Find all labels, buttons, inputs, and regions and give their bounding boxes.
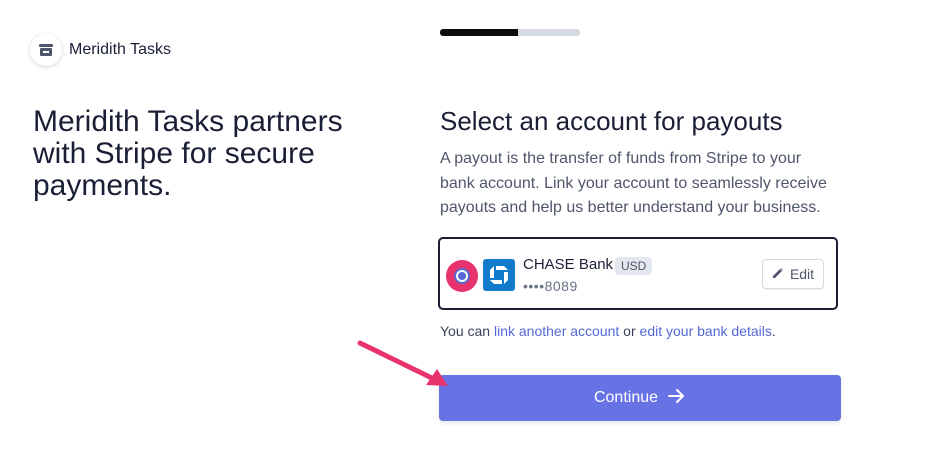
progress-complete (440, 29, 518, 36)
help-text: You can link another account or edit you… (440, 323, 776, 339)
headline: Meridith Tasks partners with Stripe for … (33, 105, 343, 202)
edit-bank-details-link[interactable]: edit your bank details (640, 323, 772, 339)
radio-selected-dot (458, 272, 466, 280)
page-title: Select an account for payouts (440, 106, 783, 136)
account-number: ••••8089 (523, 278, 578, 294)
currency-badge: USD (615, 257, 653, 275)
chase-logo-icon (483, 259, 515, 291)
brand-name: Meridith Tasks (69, 41, 171, 58)
page-description: A payout is the transfer of funds from S… (440, 150, 827, 216)
bank-name: CHASE Bank (523, 256, 614, 273)
link-another-account-link[interactable]: link another account (494, 323, 619, 339)
edit-label: Edit (789, 266, 815, 282)
annotation-arrow-icon (352, 333, 462, 398)
account-radio[interactable] (454, 268, 470, 284)
bank-account-option[interactable]: CHASE Bank USD ••••8089 Edit (438, 237, 838, 310)
help-middle: or (619, 323, 640, 339)
continue-label: Continue (593, 389, 659, 406)
arrow-right-icon (668, 388, 686, 409)
radio-highlight-annotation (446, 260, 478, 292)
edit-button[interactable]: Edit (762, 259, 824, 289)
help-suffix: . (771, 323, 776, 339)
progress-bar (440, 29, 580, 36)
progress-remaining (518, 29, 580, 36)
store-icon (30, 34, 62, 66)
pencil-icon (772, 266, 784, 282)
continue-button[interactable]: Continue (439, 375, 841, 421)
brand: Meridith Tasks (30, 34, 171, 66)
